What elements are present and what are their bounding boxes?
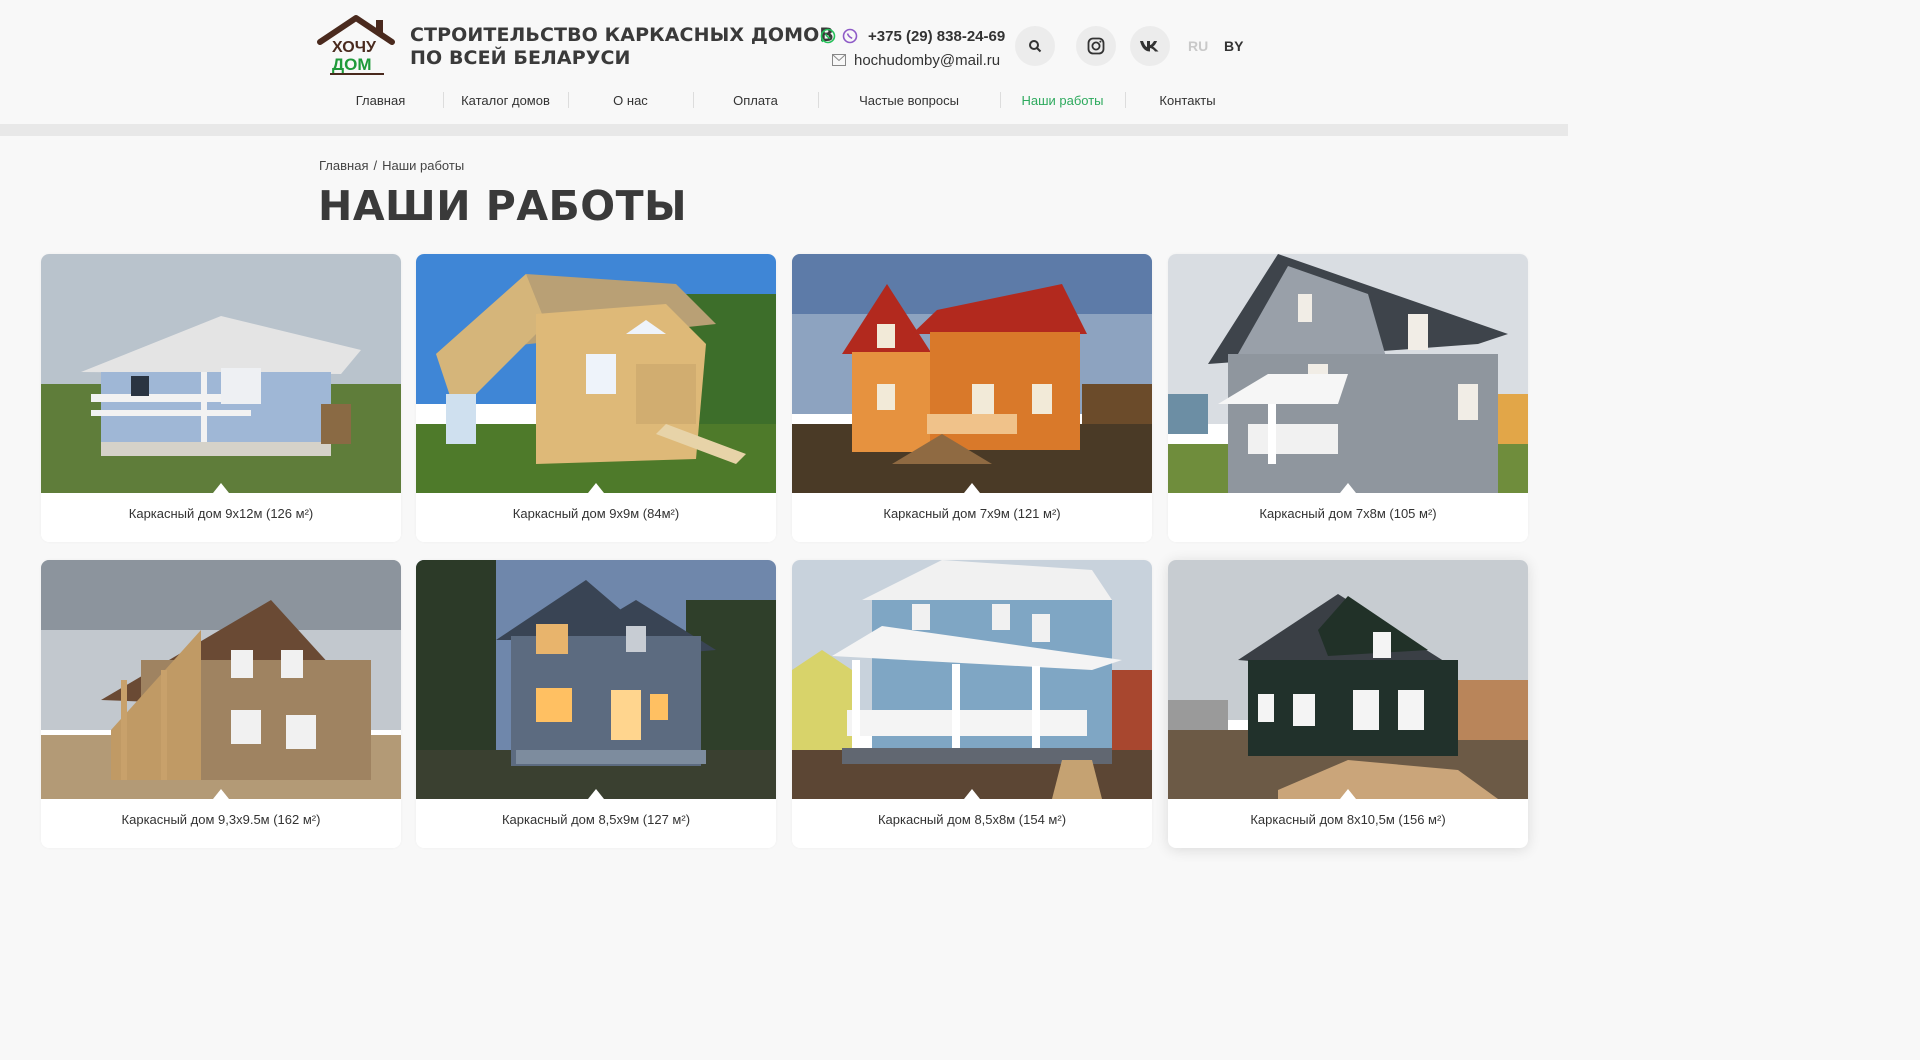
- work-caption: Каркасный дом 7x8м (105 м²): [1259, 506, 1437, 521]
- work-caption: Каркасный дом 8,5x9м (127 м²): [501, 812, 691, 827]
- vk-button[interactable]: [1130, 26, 1170, 66]
- work-card[interactable]: Каркасный дом 8x10,5м (156 м²): [1168, 560, 1528, 848]
- tagline-line-1: СТРОИТЕЛЬСТВО КАРКАСНЫХ ДОМОВ: [410, 24, 834, 46]
- work-card[interactable]: Каркасный дом 9x9м (84м²): [416, 254, 776, 542]
- nav-item-payment[interactable]: Оплата: [693, 93, 818, 108]
- lang-by[interactable]: BY: [1224, 38, 1243, 54]
- nav-item-catalog[interactable]: Каталог домов: [443, 93, 568, 108]
- whatsapp-icon[interactable]: [820, 28, 836, 44]
- instagram-icon: [1087, 37, 1105, 55]
- work-photo: [1168, 254, 1528, 493]
- work-caption: Каркасный дом 8x10,5м (156 м²): [1250, 812, 1446, 827]
- work-card[interactable]: Каркасный дом 9,3x9.5м (162 м²): [41, 560, 401, 848]
- card-notch: [1340, 789, 1356, 799]
- nav-item-faq[interactable]: Частые вопросы: [818, 93, 1000, 108]
- work-photo: [792, 254, 1152, 493]
- work-photo: [1168, 560, 1528, 799]
- work-card[interactable]: Каркасный дом 8,5x8м (154 м²): [792, 560, 1152, 848]
- logo-text-bottom: ДОМ: [332, 55, 372, 74]
- breadcrumb: Главная / Наши работы: [319, 158, 464, 173]
- work-card[interactable]: Каркасный дом 9x12м (126 м²): [41, 254, 401, 542]
- work-card[interactable]: Каркасный дом 7x9м (121 м²): [792, 254, 1152, 542]
- card-notch: [964, 789, 980, 799]
- card-notch: [964, 483, 980, 493]
- contacts-block: +375 (29) 838-24-69 hochudomby@mail.ru: [820, 26, 1005, 70]
- nav-item-about[interactable]: О нас: [568, 93, 693, 108]
- card-notch: [588, 789, 604, 799]
- search-icon: [1029, 40, 1042, 53]
- house-logo-icon: ХОЧУ ДОМ: [317, 15, 395, 75]
- card-notch: [1340, 483, 1356, 493]
- breadcrumb-home[interactable]: Главная: [319, 158, 368, 173]
- nav-divider: [1000, 92, 1001, 108]
- work-photo: [416, 254, 776, 493]
- nav-item-home[interactable]: Главная: [318, 93, 443, 108]
- nav-item-works[interactable]: Наши работы: [1000, 93, 1125, 108]
- lang-ru[interactable]: RU: [1188, 38, 1208, 54]
- main-nav: Главная Каталог домов О нас Оплата Часты…: [318, 90, 1250, 110]
- breadcrumb-current: Наши работы: [382, 158, 465, 173]
- phone-link[interactable]: +375 (29) 838-24-69: [868, 28, 1005, 45]
- vk-icon: [1140, 41, 1159, 52]
- viber-icon[interactable]: [842, 28, 858, 44]
- email-link[interactable]: hochudomby@mail.ru: [854, 52, 1000, 69]
- work-photo: [416, 560, 776, 799]
- card-notch: [213, 789, 229, 799]
- card-notch: [588, 483, 604, 493]
- nav-divider: [443, 92, 444, 108]
- work-card[interactable]: Каркасный дом 7x8м (105 м²): [1168, 254, 1528, 542]
- work-caption: Каркасный дом 9x12м (126 м²): [128, 506, 314, 521]
- work-photo: [41, 254, 401, 493]
- nav-divider: [818, 92, 819, 108]
- breadcrumb-separator: /: [373, 158, 378, 173]
- work-caption: Каркасный дом 9,3x9.5м (162 м²): [121, 812, 321, 827]
- work-photo: [792, 560, 1152, 799]
- nav-divider: [1125, 92, 1126, 108]
- mail-icon: [832, 54, 846, 66]
- nav-divider: [568, 92, 569, 108]
- work-photo: [41, 560, 401, 799]
- work-card[interactable]: Каркасный дом 8,5x9м (127 м²): [416, 560, 776, 848]
- nav-item-contacts[interactable]: Контакты: [1125, 93, 1250, 108]
- work-caption: Каркасный дом 8,5x8м (154 м²): [877, 812, 1067, 827]
- work-caption: Каркасный дом 7x9м (121 м²): [883, 506, 1061, 521]
- site-logo[interactable]: ХОЧУ ДОМ: [316, 14, 398, 78]
- search-button[interactable]: [1015, 26, 1055, 66]
- site-header: ХОЧУ ДОМ СТРОИТЕЛЬСТВО КАРКАСНЫХ ДОМОВ П…: [0, 0, 1568, 124]
- tagline-line-2: ПО ВСЕЙ БЕЛАРУСИ: [410, 47, 631, 69]
- work-caption: Каркасный дом 9x9м (84м²): [512, 506, 680, 521]
- logo-text-top: ХОЧУ: [332, 39, 377, 56]
- nav-divider: [693, 92, 694, 108]
- page-title: НАШИ РАБОТЫ: [318, 182, 688, 230]
- header-divider: [0, 124, 1568, 136]
- card-notch: [213, 483, 229, 493]
- tagline: СТРОИТЕЛЬСТВО КАРКАСНЫХ ДОМОВ ПО ВСЕЙ БЕ…: [410, 24, 834, 70]
- instagram-button[interactable]: [1076, 26, 1116, 66]
